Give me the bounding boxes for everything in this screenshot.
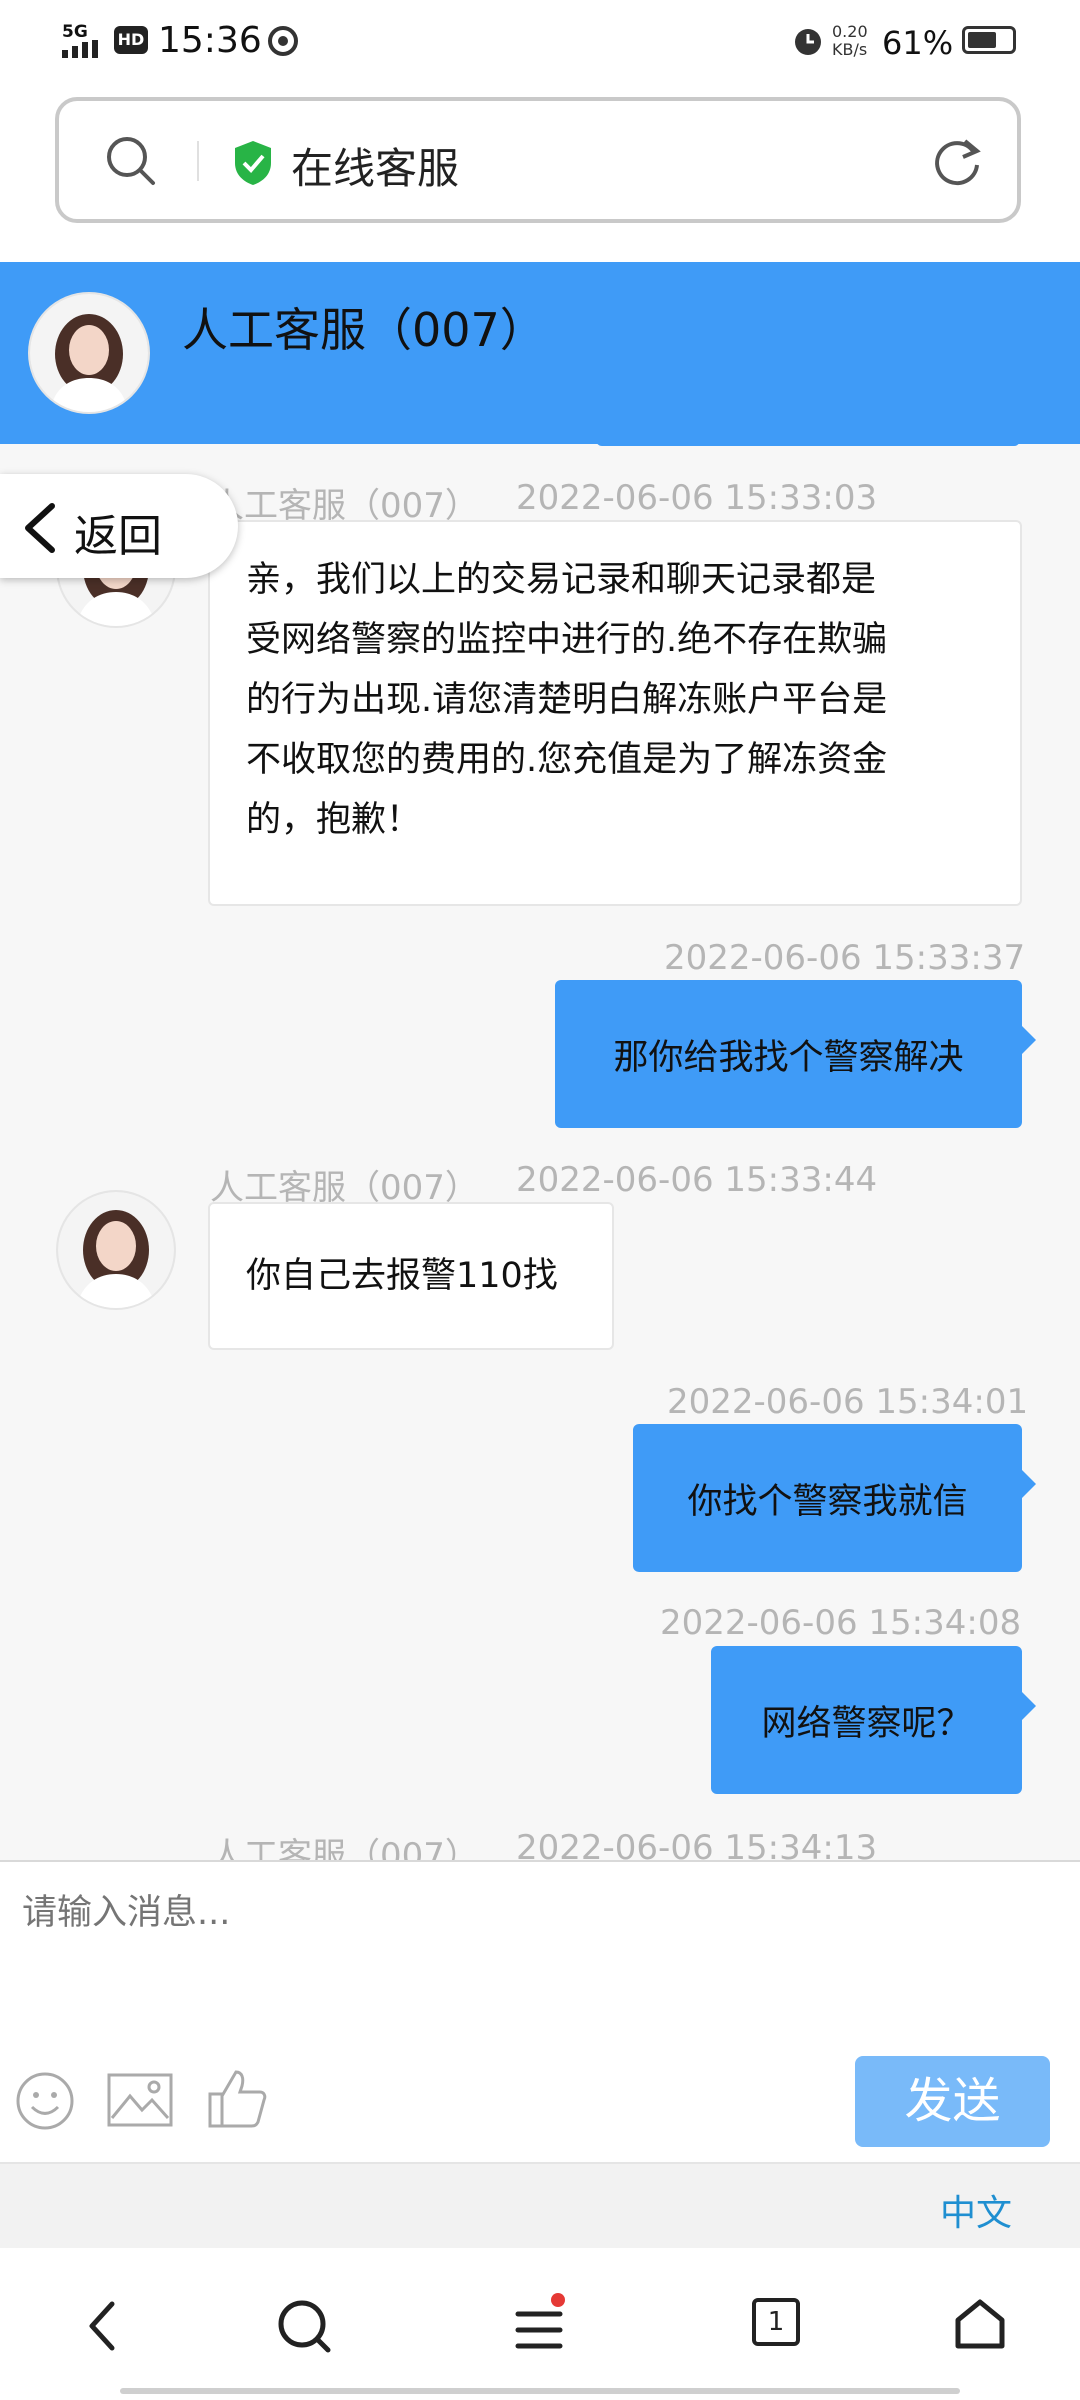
hd-badge: HD: [114, 26, 148, 54]
message-bubble-incoming: 你自己去报警110找: [208, 1202, 614, 1350]
browser-bottom-nav: 1: [0, 2248, 1080, 2400]
back-button[interactable]: 返回: [0, 474, 238, 578]
search-icon[interactable]: [103, 133, 159, 189]
agent-name: 人工客服（007）: [182, 303, 546, 357]
menu-icon: [515, 2293, 565, 2349]
page-title: 在线客服: [291, 144, 460, 193]
message-line: 亲，我们以上的交易记录和聊天记录都是: [246, 560, 877, 600]
clock: 15:36: [158, 20, 262, 61]
message-time: 2022-06-06 15:33:44: [516, 1160, 878, 1200]
message-input[interactable]: [20, 1882, 1064, 2036]
emoji-icon[interactable]: [14, 2070, 76, 2132]
message-bubble-outgoing: 那你给我找个警察解决: [555, 980, 1036, 1128]
message-time: 2022-06-06 15:33:03: [516, 478, 878, 518]
signal-icon: [62, 40, 98, 58]
secure-shield-icon: [235, 141, 271, 185]
image-icon[interactable]: [106, 2070, 174, 2130]
net-speed-value: 0.20: [832, 22, 868, 41]
message-bubble-outgoing: 你找个警察我就信: [633, 1424, 1036, 1572]
status-bar: 5G HD 15:36 0.20 KB/s 61%: [0, 0, 1080, 82]
message-line: 不收取您的费用的.您充值是为了解冻资金: [246, 740, 888, 780]
send-button[interactable]: 发送: [855, 2056, 1050, 2147]
back-arrow-icon[interactable]: [82, 2298, 122, 2354]
message-line: 受网络警察的监控中进行的.绝不存在欺骗: [246, 620, 888, 660]
message-partial: 人工客服（007） 2022-06-06 15:34:13: [0, 1820, 1080, 1860]
divider: [197, 141, 199, 181]
gesture-bar: [120, 2388, 960, 2394]
chat-header: 人工客服（007）: [0, 262, 1080, 444]
home-icon[interactable]: [952, 2296, 1008, 2352]
agent-avatar: [30, 294, 148, 412]
alarm-icon: [795, 29, 821, 55]
back-label: 返回: [74, 511, 162, 562]
search-icon[interactable]: [276, 2298, 332, 2354]
refresh-icon[interactable]: [929, 135, 985, 191]
network-type: 5G: [62, 22, 88, 42]
message-time: 2022-06-06 15:34:13: [516, 1828, 878, 1860]
net-speed-unit: KB/s: [832, 40, 868, 59]
battery-icon: [962, 26, 1016, 54]
message-bubble-outgoing: 网络警察呢？: [711, 1646, 1036, 1794]
language-switch[interactable]: 中文: [940, 2184, 1012, 2236]
message-bubble-incoming: 亲，我们以上的交易记录和聊天记录都是 受网络警察的监控中进行的.绝不存在欺骗 的…: [208, 520, 1022, 906]
agent-avatar: [58, 1192, 174, 1308]
battery-percent: 61%: [882, 24, 954, 62]
like-icon[interactable]: [206, 2066, 268, 2130]
tabs-button[interactable]: 1: [752, 2298, 800, 2346]
message-line: 的，抱歉！: [246, 800, 422, 840]
message-line: 的行为出现.请您清楚明白解冻账户平台是: [246, 680, 888, 720]
language-bar: 中文: [0, 2162, 1080, 2248]
address-bar[interactable]: 在线客服: [55, 97, 1021, 223]
message-sender: 人工客服（007）: [210, 1836, 479, 1860]
menu-button[interactable]: [514, 2292, 566, 2362]
vpn-icon: [268, 26, 298, 56]
chevron-left-icon: [25, 503, 55, 553]
message-time: 2022-06-06 15:34:01: [667, 1382, 1029, 1422]
message-time: 2022-06-06 15:33:37: [664, 938, 1026, 978]
message-time: 2022-06-06 15:34:08: [660, 1603, 1022, 1643]
